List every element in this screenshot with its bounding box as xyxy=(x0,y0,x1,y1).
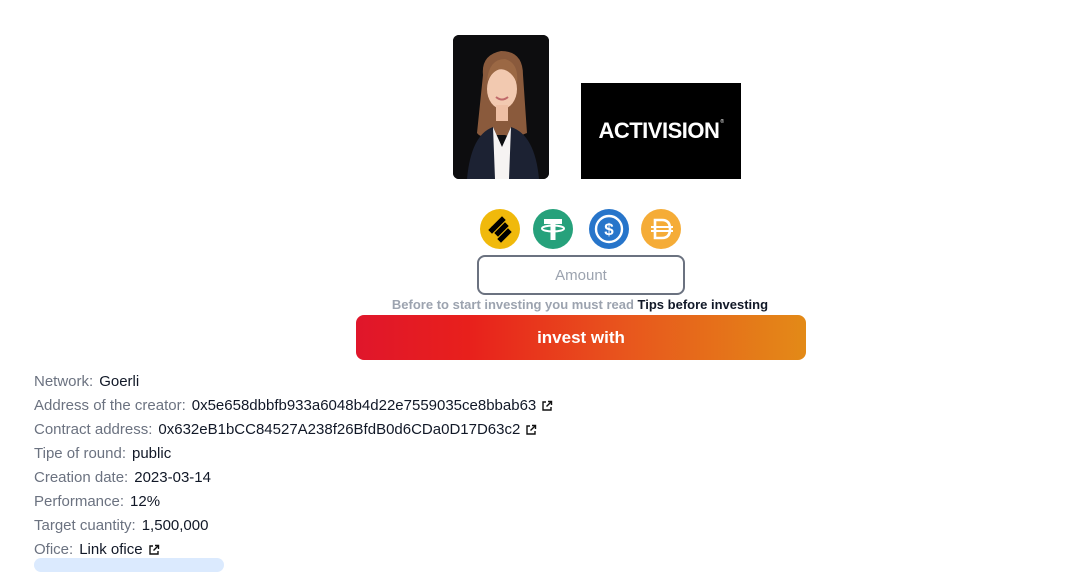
detail-value: public xyxy=(132,445,172,462)
amount-field xyxy=(477,255,685,295)
dai-icon[interactable] xyxy=(641,209,681,249)
usdt-icon[interactable] xyxy=(533,209,573,249)
external-link-icon[interactable] xyxy=(148,544,160,556)
detail-label: Address of the creator: xyxy=(34,397,186,414)
tips-link[interactable]: Tips before investing xyxy=(638,297,769,312)
detail-performance: Performance: 12% xyxy=(34,490,734,514)
token-selector: $ xyxy=(480,209,681,249)
external-link-icon[interactable] xyxy=(541,400,553,412)
tips-prefix: Before to start investing you must read xyxy=(391,297,634,312)
detail-label: Target cuantity: xyxy=(34,517,136,534)
detail-contract-address: Contract address: 0x632eB1bCC84527A238f2… xyxy=(34,418,734,442)
detail-network: Network: Goerli xyxy=(34,370,734,394)
detail-label: Contract address: xyxy=(34,421,153,438)
detail-label: Performance: xyxy=(34,493,125,510)
round-details: Network: Goerli Address of the creator: … xyxy=(34,370,734,562)
creator-address-value: 0x5e658dbbfb933a6048b4d22e7559035ce8bbab… xyxy=(191,397,537,414)
creator-portrait-image xyxy=(453,35,549,179)
tips-notice: Before to start investing you must read … xyxy=(330,297,830,312)
invest-button[interactable]: invest with xyxy=(356,315,806,360)
partial-button[interactable] xyxy=(34,558,224,572)
detail-round-type: Tipe of round: public xyxy=(34,442,734,466)
brand-logo-image: ACTIVISION® xyxy=(581,83,741,179)
detail-label: Network: xyxy=(34,373,94,390)
detail-label: Creation date: xyxy=(34,469,129,486)
usdc-icon[interactable]: $ xyxy=(589,209,629,249)
external-link-icon[interactable] xyxy=(525,424,537,436)
detail-label: Tipe of round: xyxy=(34,445,126,462)
detail-target-quantity: Target cuantity: 1,500,000 xyxy=(34,514,734,538)
contract-address-value: 0x632eB1bCC84527A238f26BfdB0d6CDa0D17D63… xyxy=(158,421,521,438)
detail-creation-date: Creation date: 2023-03-14 xyxy=(34,466,734,490)
detail-value: 12% xyxy=(130,493,161,510)
amount-input[interactable] xyxy=(479,257,683,293)
detail-value: Goerli xyxy=(99,373,140,390)
detail-value: 2023-03-14 xyxy=(134,469,211,486)
busd-icon[interactable] xyxy=(480,209,520,249)
brand-logo-text: ACTIVISION® xyxy=(598,118,724,143)
detail-creator-address: Address of the creator: 0x5e658dbbfb933a… xyxy=(34,394,734,418)
detail-value: 1,500,000 xyxy=(141,517,209,534)
svg-text:$: $ xyxy=(604,220,614,239)
